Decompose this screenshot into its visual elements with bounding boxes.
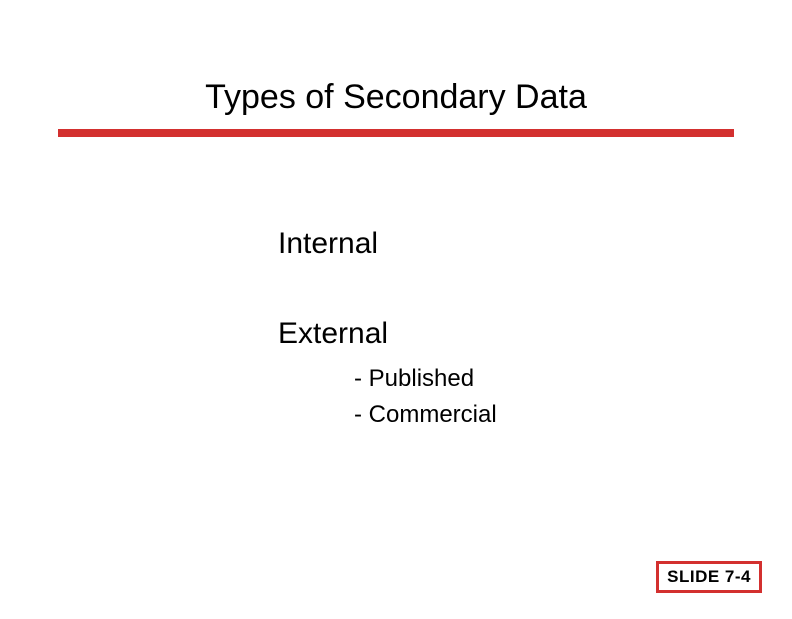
slide-number-label: SLIDE 7-4 xyxy=(667,567,751,586)
title-underline xyxy=(58,129,734,137)
sub-bullet-published: - Published xyxy=(354,365,792,393)
slide-content: Internal External - Published - Commerci… xyxy=(0,137,792,429)
bullet-external: External xyxy=(278,317,792,351)
slide-title: Types of Secondary Data xyxy=(0,0,792,129)
sub-bullets: - Published - Commercial xyxy=(278,365,792,429)
bullet-internal: Internal xyxy=(278,227,792,261)
sub-bullet-commercial: - Commercial xyxy=(354,401,792,429)
slide-number-box: SLIDE 7-4 xyxy=(656,561,762,593)
